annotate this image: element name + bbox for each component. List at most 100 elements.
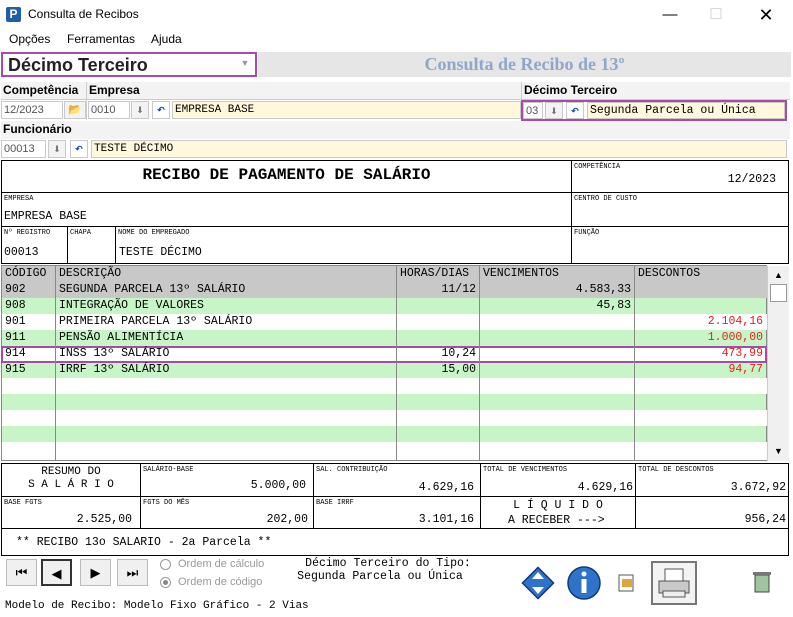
grid-scrollbar[interactable]: ▲ ▼ [767, 266, 789, 461]
centro-custo-label: CENTRO DE CUSTO [574, 195, 638, 203]
grid-row-bg [2, 442, 767, 460]
scroll-up-icon[interactable]: ▲ [770, 267, 787, 283]
table-row-desc[interactable]: 1.000,00 [634, 331, 763, 344]
navigation-arrows-icon [521, 566, 555, 600]
table-row-desc[interactable]: 2.104,16 [634, 315, 763, 328]
table-row-codigo[interactable]: 908 [5, 299, 26, 312]
funcionario-code-input[interactable]: 00013 [1, 140, 46, 158]
receipt-title: RECIBO DE PAGAMENTO DE SALÁRIO [142, 166, 431, 184]
type-info-line1: Décimo Terceiro do Tipo: [305, 557, 471, 570]
delete-button[interactable] [740, 563, 784, 603]
receipt-type-value: Décimo Terceiro [8, 55, 148, 75]
col-header-descricao[interactable]: DESCRIÇÃO [59, 267, 121, 280]
competencia-box-value: 12/2023 [727, 173, 776, 186]
radio-ordem-calculo-label[interactable]: Ordem de cálculo [178, 558, 264, 570]
lookup-arrow-icon[interactable]: ⬇ [131, 101, 149, 119]
resumo-line1: RESUMO DO [41, 466, 101, 478]
menu-ferramentas[interactable]: Ferramentas [67, 32, 135, 46]
liquido-value: 956,24 [744, 513, 786, 526]
app-icon: P [6, 7, 21, 22]
table-row-venc[interactable]: 4.583,33 [479, 283, 631, 296]
total-desc-label: TOTAL DE DESCONTOS [638, 466, 714, 474]
table-row-codigo[interactable]: 914 [5, 347, 26, 360]
decimo-name-field: Segunda Parcela ou Única [587, 102, 785, 119]
trash-icon [753, 572, 771, 593]
undo-icon[interactable]: ↶ [152, 101, 170, 119]
grid-row-bg [2, 410, 767, 426]
export-file-icon [618, 574, 634, 592]
fgts-mes-value: 202,00 [266, 513, 308, 526]
competencia-input[interactable]: 12/2023 [1, 101, 63, 119]
competencia-box-label: COMPETÊNCIA [574, 163, 621, 171]
close-button[interactable]: ✕ [743, 0, 789, 30]
table-row-venc[interactable]: 45,83 [479, 299, 631, 312]
next-record-button[interactable]: ▶ [80, 559, 111, 586]
export-button[interactable] [608, 563, 646, 603]
decimo-code-input[interactable]: 03 [523, 102, 543, 119]
funcao-box [571, 226, 789, 264]
funcionario-label-bar [1, 121, 790, 139]
table-row-descricao[interactable]: PRIMEIRA PARCELA 13º SALÁRIO [59, 315, 252, 328]
table-row-desc[interactable]: 473,99 [634, 347, 763, 360]
maximize-button[interactable]: ☐ [693, 0, 739, 30]
chevron-down-icon[interactable]: ▼ [238, 58, 252, 68]
table-row-codigo[interactable]: 911 [5, 331, 26, 344]
table-row-descricao[interactable]: SEGUNDA PARCELA 13º SALÁRIO [59, 283, 245, 296]
table-row-codigo[interactable]: 902 [5, 283, 26, 296]
nome-label: NOME DO EMPREGADO [118, 229, 190, 237]
table-row-codigo[interactable]: 915 [5, 363, 26, 376]
undo-icon[interactable]: ↶ [70, 140, 88, 158]
total-venc-value: 4.629,16 [577, 481, 633, 494]
print-button[interactable] [651, 561, 697, 605]
liquido-line1: L Í Q U I D O [513, 499, 603, 512]
table-row-descricao[interactable]: INSS 13º SALÁRIO [59, 347, 169, 360]
minimize-button[interactable]: — [647, 0, 693, 30]
registro-label: Nº REGISTRO [4, 229, 51, 237]
table-row-horas[interactable]: 15,00 [396, 363, 476, 376]
table-row-desc[interactable]: 94,77 [634, 363, 763, 376]
undo-icon[interactable]: ↶ [566, 102, 584, 119]
menu-ajuda[interactable]: Ajuda [151, 32, 182, 46]
col-header-vencimentos[interactable]: VENCIMENTOS [483, 267, 559, 280]
fgts-mes-label: FGTS DO MÊS [143, 499, 190, 507]
radio-ordem-codigo[interactable] [160, 577, 171, 588]
col-header-descontos[interactable]: DESCONTOS [638, 267, 700, 280]
empresa-box-label: EMPRESA [4, 195, 34, 203]
menu-opcoes[interactable]: Opções [9, 32, 50, 46]
nome-value: TESTE DÉCIMO [119, 246, 202, 259]
table-row-horas[interactable]: 11/12 [396, 283, 476, 296]
total-desc-value: 3.672,92 [730, 481, 786, 494]
base-fgts-label: BASE FGTS [4, 499, 42, 507]
radio-ordem-codigo-label[interactable]: Ordem de código [178, 576, 262, 588]
receipt-type-select[interactable]: Décimo Terceiro ▼ [1, 52, 257, 77]
resumo-line2: S A L Á R I O [28, 479, 114, 491]
radio-ordem-calculo[interactable] [160, 559, 171, 570]
lookup-arrow-icon[interactable]: ⬇ [545, 102, 563, 119]
table-row-codigo[interactable]: 901 [5, 315, 26, 328]
scroll-down-icon[interactable]: ▼ [770, 443, 787, 459]
scroll-thumb[interactable] [770, 284, 787, 302]
lookup-arrow-icon[interactable]: ⬇ [48, 140, 66, 158]
total-venc-label: TOTAL DE VENCIMENTOS [483, 466, 568, 474]
title-bar: P Consulta de Recibos — ☐ ✕ [0, 0, 793, 30]
first-record-button[interactable]: ⏮ [6, 559, 37, 586]
info-button[interactable] [562, 563, 606, 603]
table-row-horas[interactable]: 10,24 [396, 347, 476, 360]
divider [55, 266, 56, 461]
table-row-descricao[interactable]: PENSÃO ALIMENTÍCIA [59, 331, 183, 344]
salario-base-value: 5.000,00 [250, 479, 306, 492]
last-record-button[interactable]: ⏭ [117, 559, 148, 586]
page-heading: Consulta de Recibo de 13º [258, 52, 791, 77]
prev-record-button[interactable]: ◀ [41, 559, 72, 586]
funcao-label: FUNÇÃO [574, 229, 600, 237]
competencia-label: Competência [3, 83, 79, 97]
empresa-code-input[interactable]: 0010 [88, 101, 130, 119]
navigate-button[interactable] [516, 563, 560, 603]
type-info-line2: Segunda Parcela ou Única [297, 570, 463, 583]
folder-open-icon[interactable]: 📂 [64, 101, 86, 119]
table-row-descricao[interactable]: INTEGRAÇÃO DE VALORES [59, 299, 204, 312]
table-row-descricao[interactable]: IRRF 13º SALÁRIO [59, 363, 169, 376]
col-header-horas[interactable]: HORAS/DIAS [400, 267, 469, 280]
col-header-codigo[interactable]: CÓDIGO [5, 267, 46, 280]
empresa-name-field: EMPRESA BASE [172, 101, 521, 119]
